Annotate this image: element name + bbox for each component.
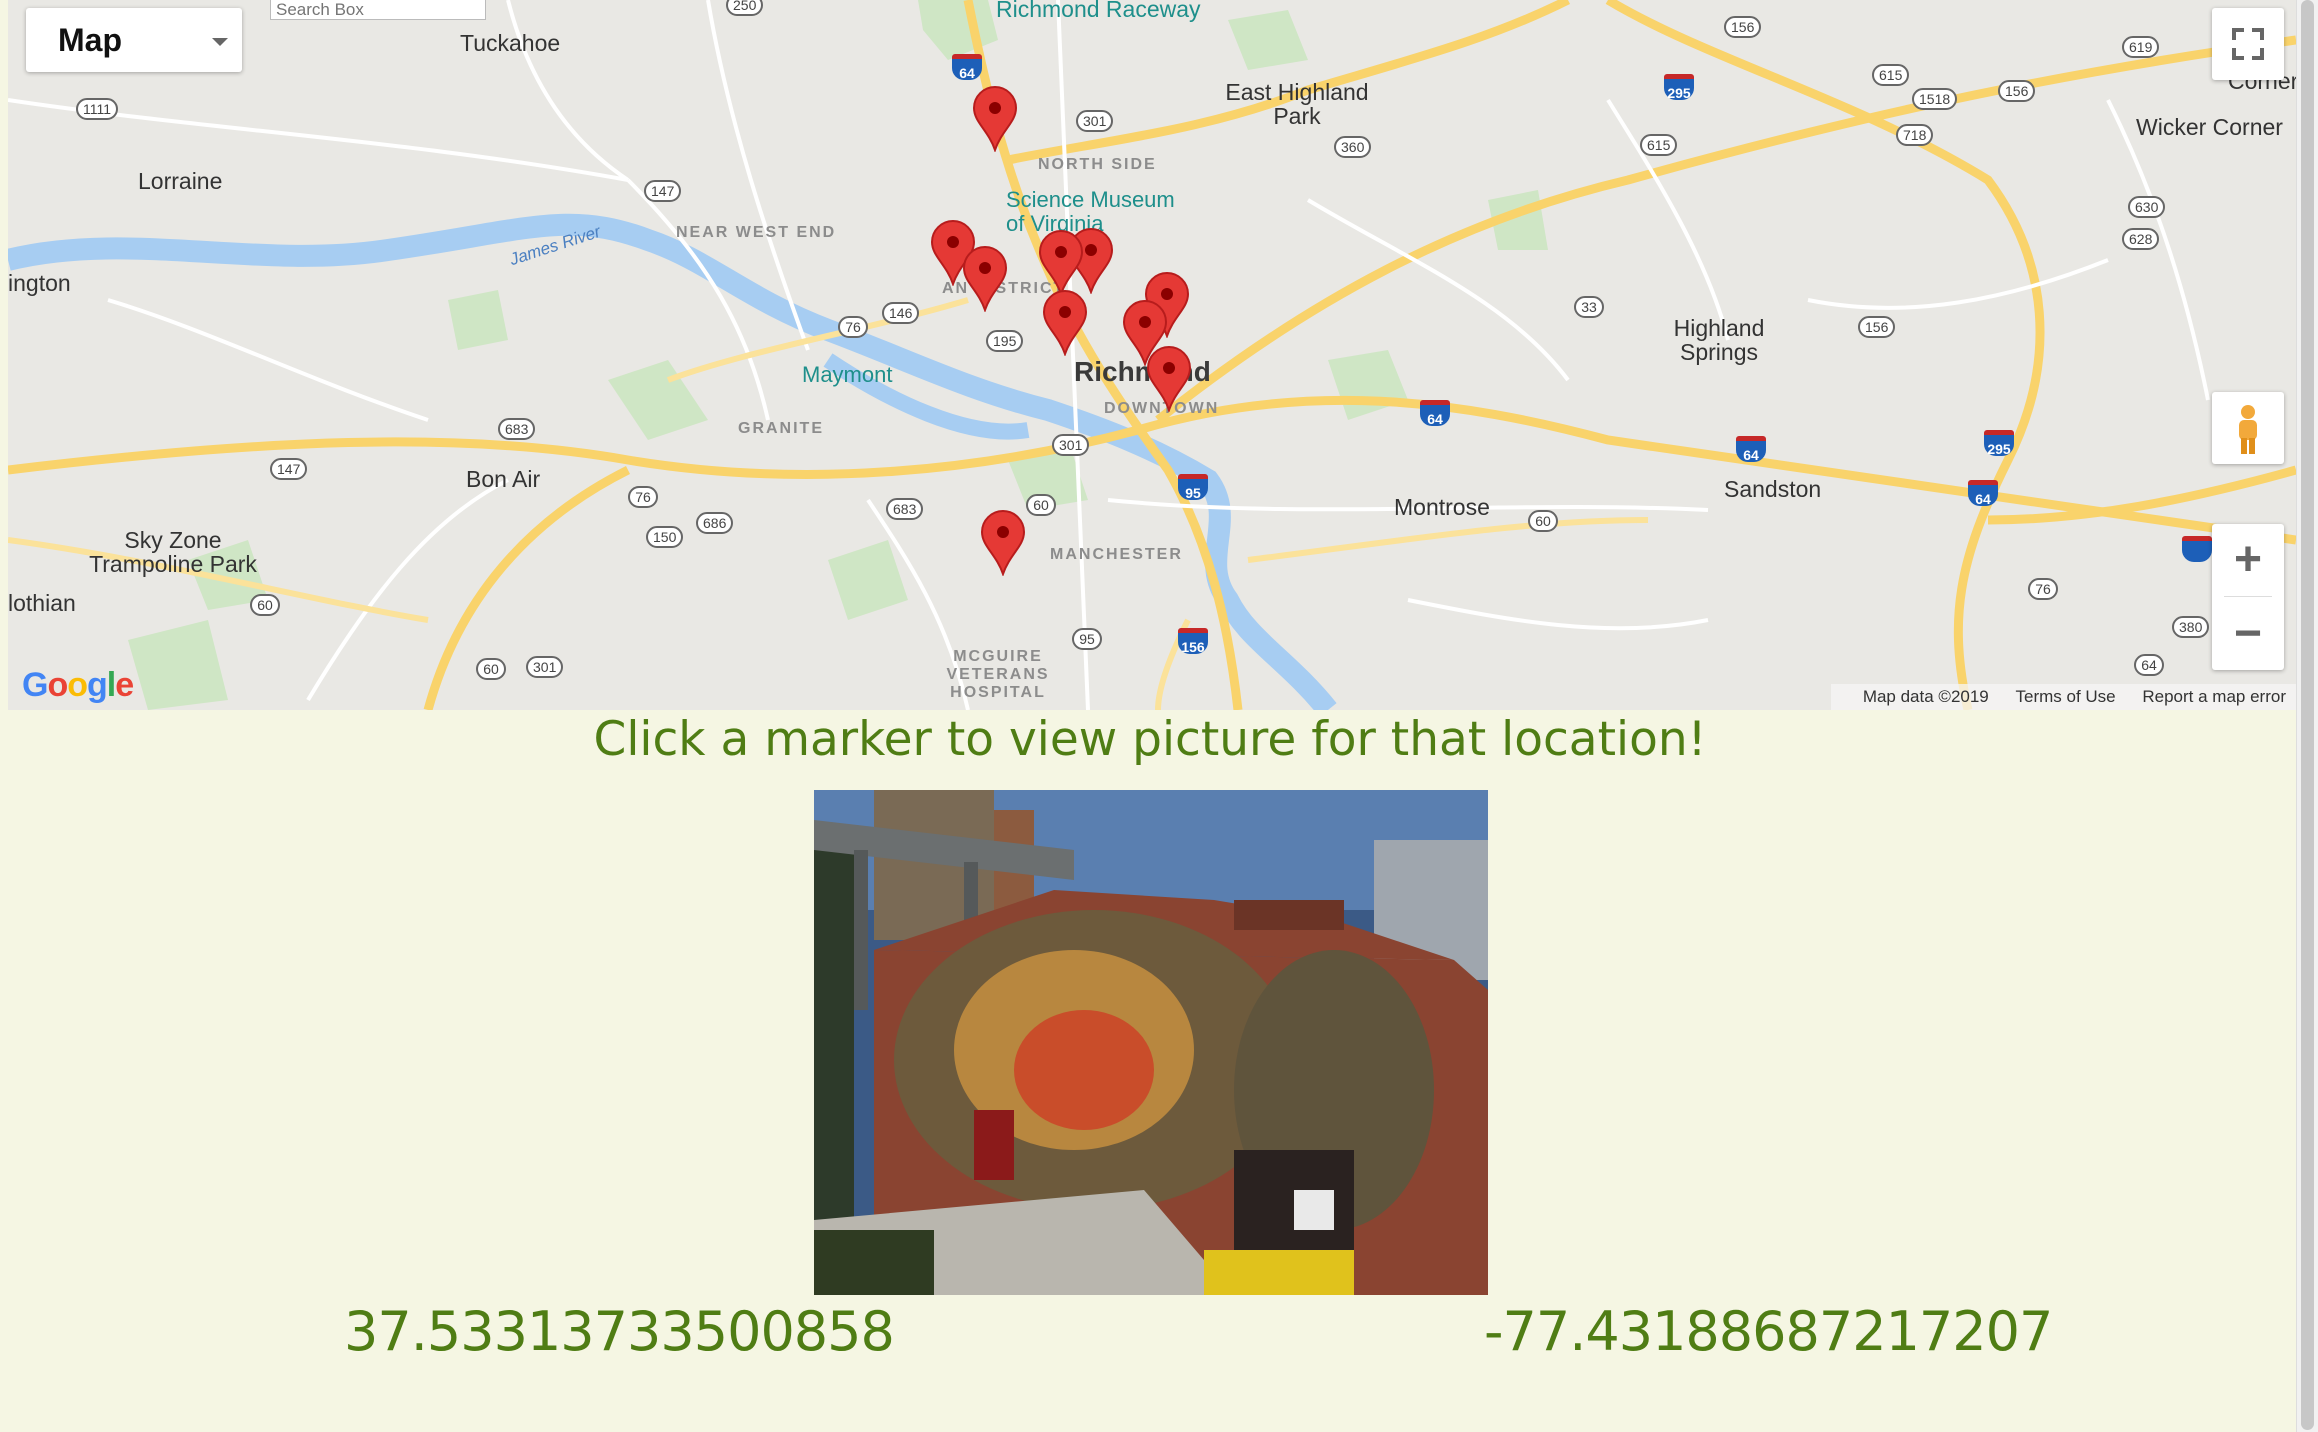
- map-marker[interactable]: [1042, 290, 1088, 356]
- route-shield: 60: [1026, 494, 1056, 516]
- map-marker[interactable]: [1146, 346, 1192, 412]
- zoom-control: + −: [2212, 524, 2284, 670]
- report-error-link[interactable]: Report a map error: [2142, 687, 2286, 706]
- route-shield: 615: [1640, 134, 1678, 156]
- terms-of-use-link[interactable]: Terms of Use: [2016, 687, 2116, 706]
- route-shield: 64: [2134, 654, 2164, 676]
- route-shield: 250: [726, 0, 764, 16]
- label-richmond-raceway: Richmond Raceway: [996, 0, 1201, 22]
- instruction-text: Click a marker to view picture for that …: [593, 712, 1707, 767]
- label-east-highland-park: East Highland Park: [1225, 79, 1369, 129]
- route-shield: 60: [1528, 510, 1558, 532]
- fullscreen-icon: [2232, 28, 2264, 60]
- label-maymont: Maymont: [802, 362, 893, 387]
- label-manchester: MANCHESTER: [1050, 546, 1183, 563]
- interstate-shield: 156: [1178, 628, 1208, 655]
- interstate-shield: 64: [1968, 480, 1998, 507]
- map-attribution: Map data ©2019 Terms of Use Report a map…: [1830, 684, 2296, 710]
- route-shield: 380: [2172, 616, 2210, 638]
- route-shield: 76: [628, 486, 658, 508]
- route-shield: 683: [886, 498, 924, 520]
- route-shield: 146: [882, 302, 920, 324]
- interstate-shield: 64: [1420, 400, 1450, 427]
- route-shield: 147: [270, 458, 308, 480]
- zoom-in-button[interactable]: +: [2212, 524, 2284, 596]
- route-shield: 360: [1334, 136, 1372, 158]
- route-shield: 301: [1076, 110, 1114, 132]
- route-shield: 301: [526, 656, 564, 678]
- label-sky-zone: Sky Zone Trampoline Park: [89, 527, 257, 577]
- map-view[interactable]: Tuckahoe Richmond Raceway East Highland …: [8, 0, 2296, 710]
- map-marker[interactable]: [1038, 230, 1084, 296]
- route-shield: 718: [1896, 124, 1934, 146]
- label-ington: ington: [8, 270, 71, 296]
- latitude-value: 37.53313733500858: [344, 1300, 895, 1363]
- map-marker[interactable]: [980, 510, 1026, 576]
- route-shield: 195: [986, 330, 1024, 352]
- route-shield: 60: [250, 594, 280, 616]
- route-shield: 630: [2128, 196, 2166, 218]
- label-wicker-corner: Wicker Corner: [2136, 114, 2283, 140]
- interstate-shield: 295: [1664, 74, 1694, 101]
- label-lorraine: Lorraine: [138, 168, 223, 194]
- label-bon-air: Bon Air: [466, 466, 541, 492]
- route-shield: 95: [1072, 628, 1102, 650]
- scrollbar-thumb[interactable]: [2301, 0, 2314, 1430]
- route-shield: 156: [1998, 80, 2036, 102]
- route-shield: 147: [644, 180, 682, 202]
- label-montrose: Montrose: [1394, 494, 1490, 520]
- label-north-side: NORTH SIDE: [1038, 156, 1157, 173]
- interstate-shield: 64: [952, 54, 982, 81]
- fullscreen-button[interactable]: [2212, 8, 2284, 80]
- label-lothian: lothian: [8, 590, 76, 616]
- route-shield: 156: [1858, 316, 1896, 338]
- route-shield: 76: [838, 316, 868, 338]
- interstate-shield: 295: [1984, 430, 2014, 457]
- map-type-dropdown[interactable]: Map: [26, 8, 242, 72]
- route-shield: 150: [646, 526, 684, 548]
- route-shield: 619: [2122, 36, 2160, 58]
- route-shield: 33: [1574, 296, 1604, 318]
- pegman-icon: [2239, 405, 2257, 454]
- label-sandston: Sandston: [1724, 476, 1822, 502]
- interstate-shield: 95: [1178, 474, 1208, 501]
- route-shield: 686: [696, 512, 734, 534]
- longitude-value: -77.43188687217207: [1484, 1300, 2053, 1363]
- label-tuckahoe: Tuckahoe: [460, 30, 561, 56]
- location-photo: [814, 790, 1488, 1295]
- google-logo: Google: [22, 666, 134, 704]
- map-marker[interactable]: [972, 86, 1018, 152]
- label-near-west-end: NEAR WEST END: [676, 224, 837, 241]
- zoom-out-button[interactable]: −: [2212, 598, 2284, 670]
- route-shield: 60: [476, 658, 506, 680]
- label-granite: GRANITE: [738, 420, 824, 437]
- map-type-label: Map: [58, 22, 122, 58]
- route-shield: 615: [1872, 64, 1910, 86]
- route-shield: 301: [1052, 434, 1090, 456]
- interstate-shield: 64: [1736, 436, 1766, 463]
- route-shield: 76: [2028, 578, 2058, 600]
- route-shield: 1518: [1912, 88, 1958, 110]
- label-highland-springs: Highland Springs: [1673, 315, 1765, 365]
- route-shield: 1111: [76, 98, 119, 120]
- label-mcguire-hospital: MCGUIRE VETERANS HOSPITAL: [946, 648, 1050, 701]
- search-input[interactable]: [270, 0, 486, 20]
- map-data-text: Map data ©2019: [1862, 687, 1989, 706]
- route-shield: 628: [2122, 228, 2160, 250]
- street-view-button[interactable]: [2212, 392, 2284, 464]
- scrollbar[interactable]: [2296, 0, 2318, 1432]
- map-marker[interactable]: [962, 246, 1008, 312]
- interstate-shield: [2182, 536, 2212, 562]
- chevron-down-icon: [212, 38, 228, 46]
- route-shield: 683: [498, 418, 536, 440]
- route-shield: 156: [1724, 16, 1762, 38]
